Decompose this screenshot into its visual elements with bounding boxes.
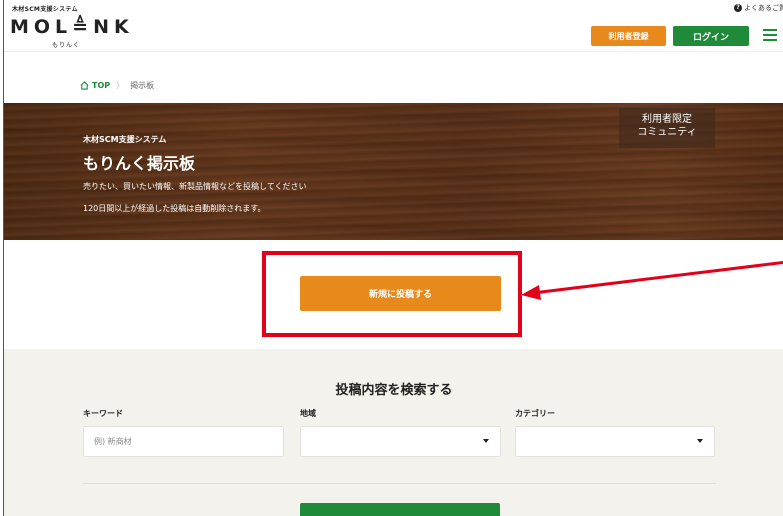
hero-banner: 利用者限定 コミュニティ 木材SCM支援システム もりんく掲示板 売りたい、買い… (4, 103, 783, 240)
search-button[interactable] (300, 503, 500, 516)
annotation-arrow-icon (521, 260, 783, 300)
category-select[interactable] (515, 426, 715, 457)
badge-line2: コミュニティ (637, 127, 697, 138)
faq-label: よくあるご質 (744, 4, 783, 12)
caret-down-icon (697, 439, 703, 443)
home-icon (80, 81, 89, 90)
caret-down-icon (483, 439, 489, 443)
search-section: 投稿内容を検索する キーワード 地域 カテゴリー (4, 349, 783, 516)
logo-kana: もりんく (52, 42, 81, 49)
hero-notice: 120日間以上が経過した投稿は自動削除されます。 (83, 204, 266, 213)
region-label: 地域 (300, 409, 316, 418)
faq-link[interactable]: ? よくあるご質 (734, 3, 783, 13)
site-logo[interactable]: MOL≜NK (10, 16, 134, 38)
keyword-label: キーワード (83, 409, 123, 418)
category-label: カテゴリー (515, 409, 555, 418)
login-button[interactable]: ログイン (673, 26, 749, 46)
badge-line1: 利用者限定 (642, 114, 692, 125)
site-header: 木材SCM支援システム MOL≜NK もりんく ? よくあるご質 利用者登録 ロ… (4, 0, 783, 52)
divider (83, 483, 716, 484)
hero-subtitle: 木材SCM支援システム (83, 135, 167, 144)
question-icon: ? (734, 4, 742, 12)
breadcrumb-home[interactable]: TOP (80, 81, 110, 90)
menu-icon[interactable] (763, 29, 777, 41)
breadcrumb-home-label: TOP (92, 81, 111, 90)
hero-description: 売りたい、買いたい情報、新製品情報などを投稿してください (83, 182, 307, 191)
keyword-input[interactable] (84, 427, 283, 456)
members-only-badge: 利用者限定 コミュニティ (619, 108, 715, 148)
breadcrumb: TOP 〉 掲示板 (80, 80, 154, 91)
breadcrumb-separator: 〉 (116, 81, 125, 90)
region-select[interactable] (300, 426, 501, 457)
keyword-field[interactable] (83, 426, 284, 457)
register-button[interactable]: 利用者登録 (591, 26, 666, 46)
page: 木材SCM支援システム MOL≜NK もりんく ? よくあるご質 利用者登録 ロ… (3, 0, 783, 516)
search-title: 投稿内容を検索する (335, 383, 453, 398)
breadcrumb-current: 掲示板 (130, 81, 155, 90)
highlight-box (262, 251, 522, 337)
logo-subtitle: 木材SCM支援システム (12, 6, 78, 13)
page-title: もりんく掲示板 (83, 154, 196, 173)
